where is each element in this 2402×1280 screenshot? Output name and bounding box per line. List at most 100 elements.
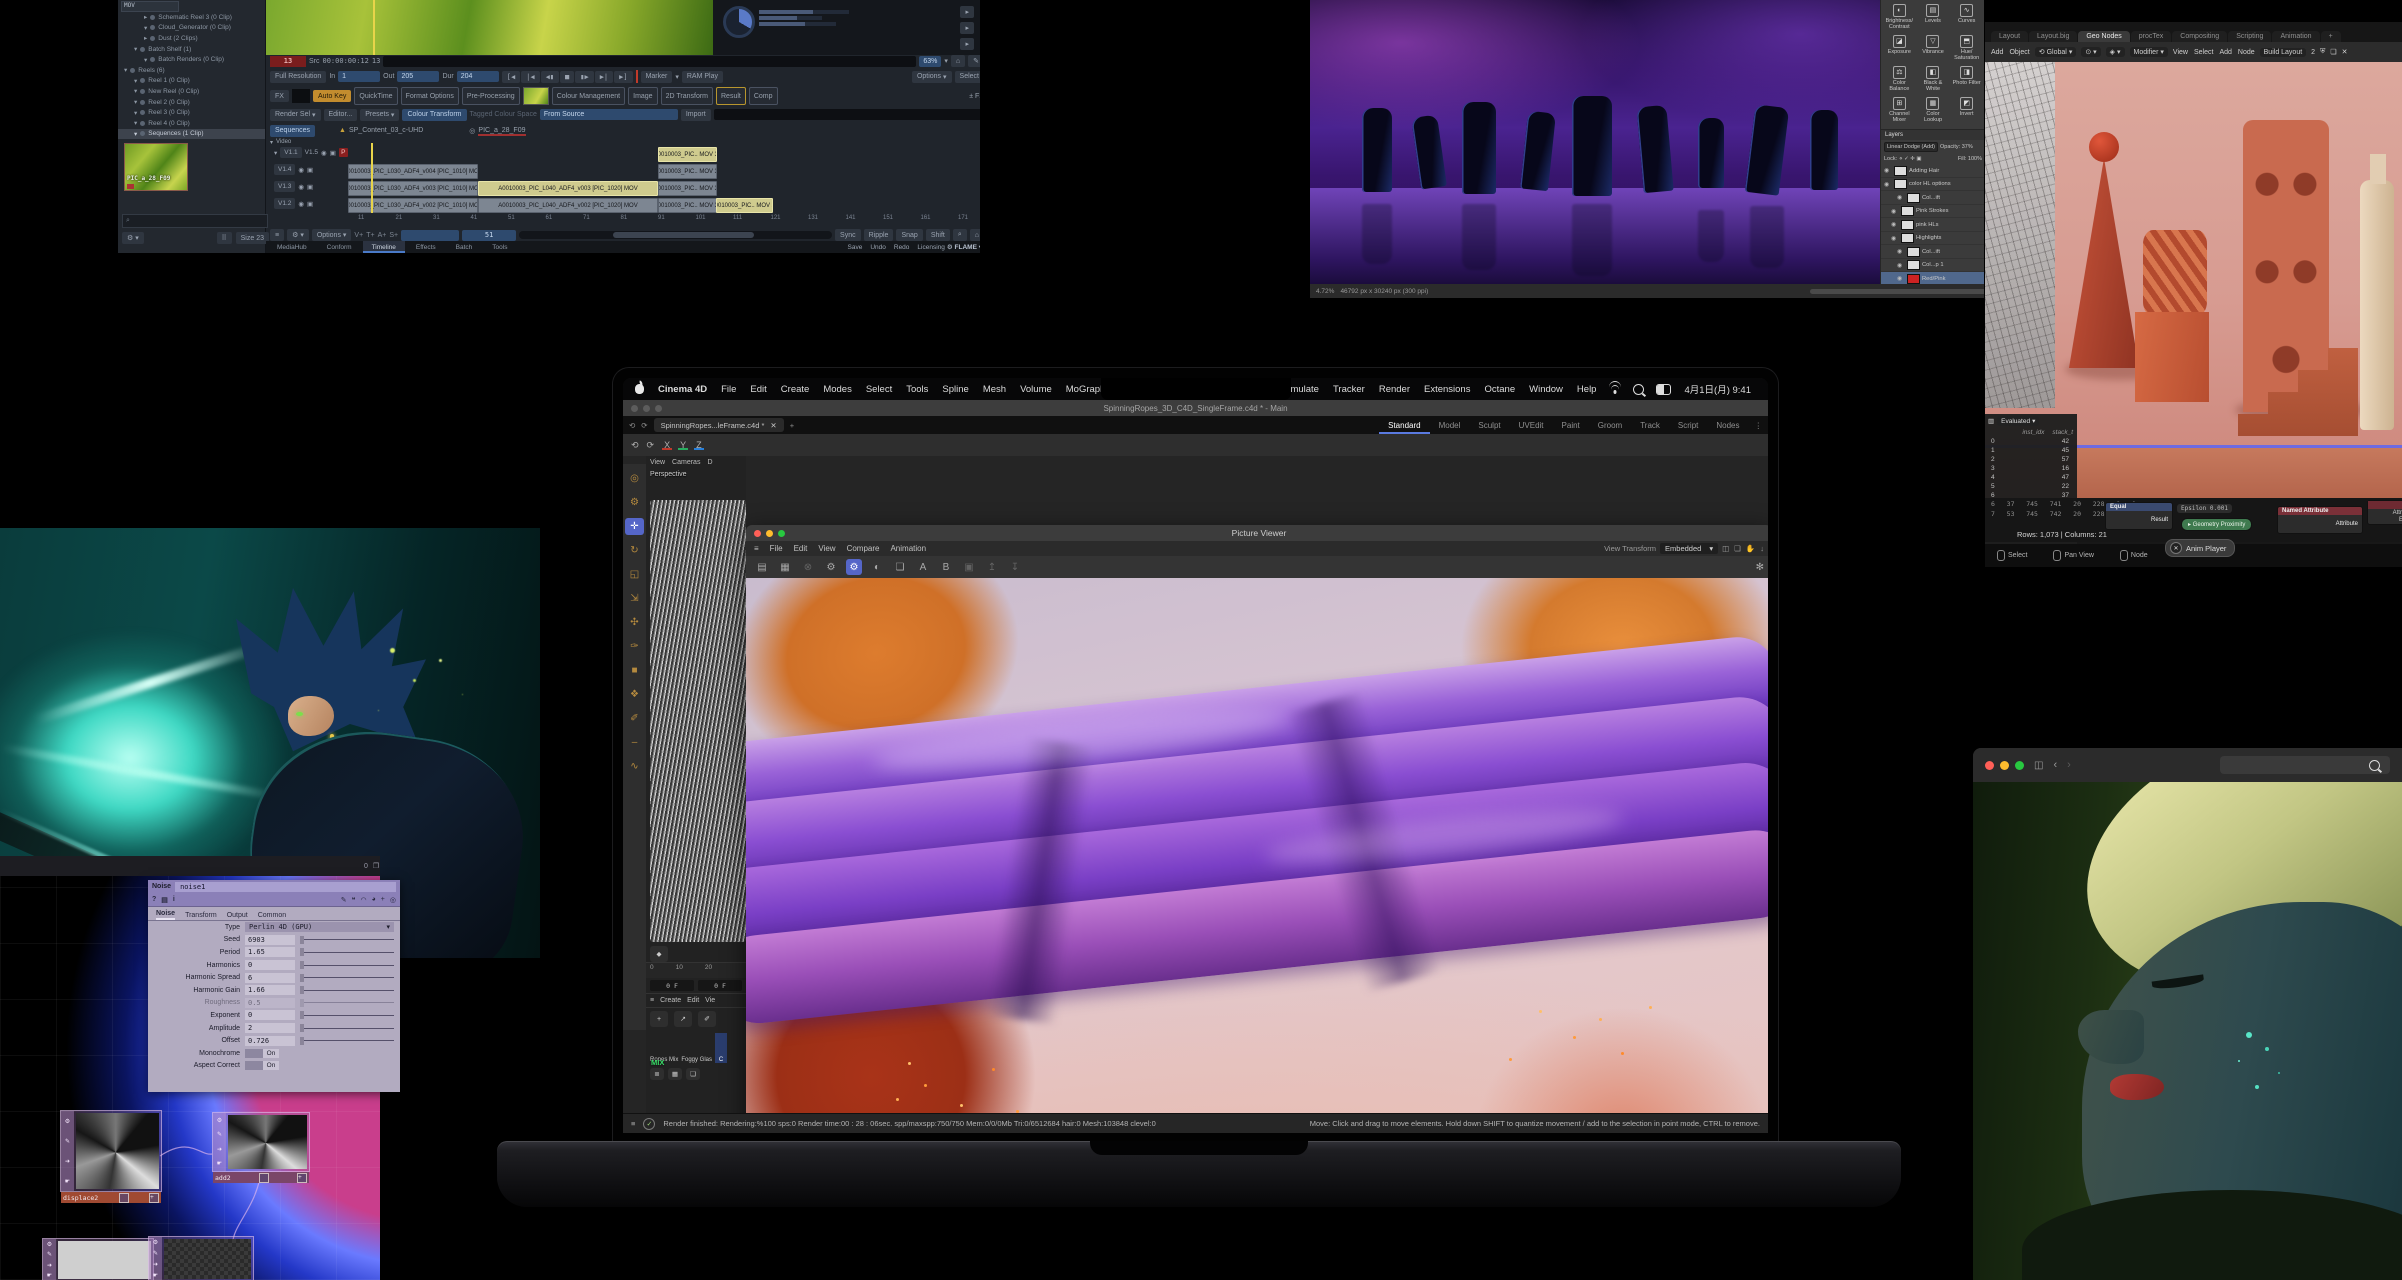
track-add-button[interactable]: S+ (389, 232, 398, 239)
parameter-value[interactable]: 1.65 (245, 947, 295, 957)
toggle-button[interactable]: Ripple (864, 229, 894, 241)
eye-icon[interactable]: ◉ (1891, 221, 1899, 228)
pivot-dropdown[interactable]: ⊙ ▾ (2081, 47, 2100, 57)
tree-arrow-icon[interactable]: ▾ (134, 98, 137, 106)
named-attribute-node[interactable]: Named Attribute Attribute (2277, 506, 2363, 534)
tool-button[interactable]: ↻ (625, 542, 644, 559)
pipeline-thumb[interactable] (523, 87, 549, 105)
adjustment-item[interactable]: ◪ Exposure (1883, 33, 1916, 63)
marker-button[interactable]: Marker (641, 71, 673, 83)
menu-item[interactable]: Create (774, 384, 817, 395)
chevron-down-icon[interactable]: ▾ (675, 73, 679, 81)
parameter-value[interactable]: 1.66 (245, 985, 295, 995)
adjustment-item[interactable]: ⬒ Hue/ Saturation (1950, 33, 1983, 63)
apple-menu-icon[interactable] (635, 384, 644, 394)
gauge-dial[interactable] (723, 6, 755, 38)
tree-item[interactable]: ▾ Reel 3 (0 Clip) (118, 107, 265, 118)
layer-thumbnail[interactable] (1907, 193, 1920, 203)
lock-icon[interactable]: ▣ (330, 149, 336, 157)
window-buttons[interactable] (631, 405, 662, 412)
picture-viewer-title-bar[interactable]: Picture Viewer (746, 525, 1768, 541)
panel-icon[interactable]: ▤ (161, 896, 168, 904)
workspace-tab[interactable]: Scripting (2228, 31, 2271, 42)
menu-bar-clock[interactable]: 4月1日(月) 9:41 (1677, 382, 1758, 396)
menu-item[interactable]: File (714, 384, 743, 395)
toggle-button[interactable]: Shift (926, 229, 950, 241)
layout-tab[interactable]: Sculpt (1469, 416, 1509, 434)
track-add-button[interactable]: V+ (354, 232, 363, 239)
node-name-field[interactable]: noise1 (175, 882, 396, 892)
tree-item[interactable]: ▸ Schematic Reel 3 (0 Clip) (118, 12, 265, 23)
viewer-tool-button[interactable]: ▦ (777, 559, 793, 575)
zoom-button[interactable] (2015, 761, 2024, 770)
frame-field[interactable]: 0 F (698, 980, 742, 991)
document-tab[interactable]: SpinningRopes...leFrame.c4d * ✕ (654, 418, 784, 432)
timeline-ruler[interactable]: 01020 (646, 962, 746, 978)
horizontal-scrollbar[interactable] (1810, 289, 1984, 294)
toggle-switch[interactable]: On (245, 1061, 279, 1070)
parameter-value[interactable]: 6903 (245, 935, 295, 945)
colour-transform-button[interactable]: Colour Transform (402, 109, 466, 121)
frame-field[interactable]: 51 (462, 230, 516, 241)
parameter-slider[interactable] (300, 990, 394, 991)
control-center-icon[interactable] (1656, 384, 1671, 395)
workspace-tab[interactable]: Layout (1991, 31, 2028, 42)
size-button[interactable]: Size 23 (236, 232, 269, 244)
clip[interactable]: A0010003_PIC_L040_ADF4_v003 [PIC_1020] M… (478, 181, 658, 196)
properties-tab[interactable]: Noise (156, 910, 175, 920)
sequence-tab-b[interactable]: PIC_a_28_F09 (478, 127, 525, 134)
menu-item[interactable]: Octane (1477, 384, 1522, 395)
pipeline-node[interactable]: QuickTime (354, 87, 397, 105)
window-control-icon[interactable]: ❐ (373, 862, 379, 870)
adjustment-item[interactable]: ∿ Curves (1950, 2, 1983, 32)
render-canvas[interactable] (746, 578, 1768, 1133)
menu-item[interactable]: Select (2194, 49, 2213, 56)
tool-button[interactable]: ◱ (625, 566, 644, 583)
build-layout-field[interactable]: Build Layout (2260, 48, 2307, 57)
menu-item[interactable]: File (770, 544, 783, 553)
tree-item[interactable]: ▾ Reel 1 (0 Clip) (118, 76, 265, 87)
dur-field[interactable]: 204 (457, 71, 499, 82)
clip[interactable]: A0010003_PIC_L030_ADF4_v002 [PIC_1010] M… (348, 198, 478, 213)
transport-button[interactable]: ▶] (614, 71, 632, 83)
transport-button[interactable]: ◀▮ (541, 71, 559, 83)
hamburger-icon[interactable]: ≡ (270, 229, 284, 241)
menu-item[interactable]: Select (859, 384, 899, 395)
current-frame-field[interactable] (401, 230, 459, 241)
parameter-value[interactable]: 6 (245, 973, 295, 983)
menu-item[interactable]: Add (2219, 49, 2231, 56)
material-tool-button[interactable]: + (650, 1011, 668, 1027)
adjustment-item[interactable]: ◨ Photo Filter (1950, 64, 1983, 94)
parameter-slider[interactable] (300, 952, 394, 953)
sequence-tab-a[interactable]: SP_Content_03_c-UHD (349, 127, 423, 134)
fx-button[interactable]: FX (270, 90, 289, 102)
parameter-slider[interactable] (300, 1028, 394, 1029)
clip[interactable]: A0010003_PIC_L030_ADF4_v003 [PIC_1010] M… (348, 181, 478, 196)
opacity-field[interactable]: Opacity: 37% (1940, 144, 1973, 150)
octane-icon[interactable]: ✻ (1756, 562, 1764, 573)
sheet-row[interactable]: 4 47 (1985, 473, 2077, 482)
gear-menu-button[interactable]: ⚙ ▾ (122, 232, 144, 244)
view-mode-button[interactable]: ≣ (650, 1068, 664, 1080)
toggle-switch[interactable]: On (245, 1049, 279, 1058)
menu-item[interactable]: Edit (743, 384, 773, 395)
adjustment-item[interactable]: ⚖ Color Balance (1883, 64, 1916, 94)
layer-row[interactable]: ◉ color HL options (1881, 178, 1984, 192)
presets-button[interactable]: Presets ▾ (360, 109, 399, 121)
options-button[interactable]: Options ▾ (912, 71, 952, 83)
adjustment-item[interactable]: ▽ Vibrance (1917, 33, 1950, 63)
zoom-button[interactable] (778, 530, 785, 537)
menu-button[interactable]: Licensing (917, 244, 944, 251)
epsilon-field[interactable]: Epsilon 0.001 (2177, 504, 2232, 513)
zoom-level[interactable]: 4.72% (1316, 288, 1334, 295)
sheet-row[interactable]: 5 22 (1985, 482, 2077, 491)
viewer-tool-button[interactable]: ▣ (961, 559, 977, 575)
datablock-icon[interactable]: ▥ (1988, 417, 1994, 425)
auto-key-button[interactable]: Auto Key (313, 90, 351, 102)
sidebar-toggle-icon[interactable]: ◫ (2034, 760, 2043, 771)
tree-item[interactable]: ▾ New Reel (0 Clip) (118, 86, 265, 97)
minimize-button[interactable] (766, 530, 773, 537)
hamburger-icon[interactable]: ≡ (650, 997, 654, 1004)
layer-name[interactable]: Adding Hair (1909, 168, 1939, 174)
pipeline-node[interactable]: 2D Transform (661, 87, 713, 105)
